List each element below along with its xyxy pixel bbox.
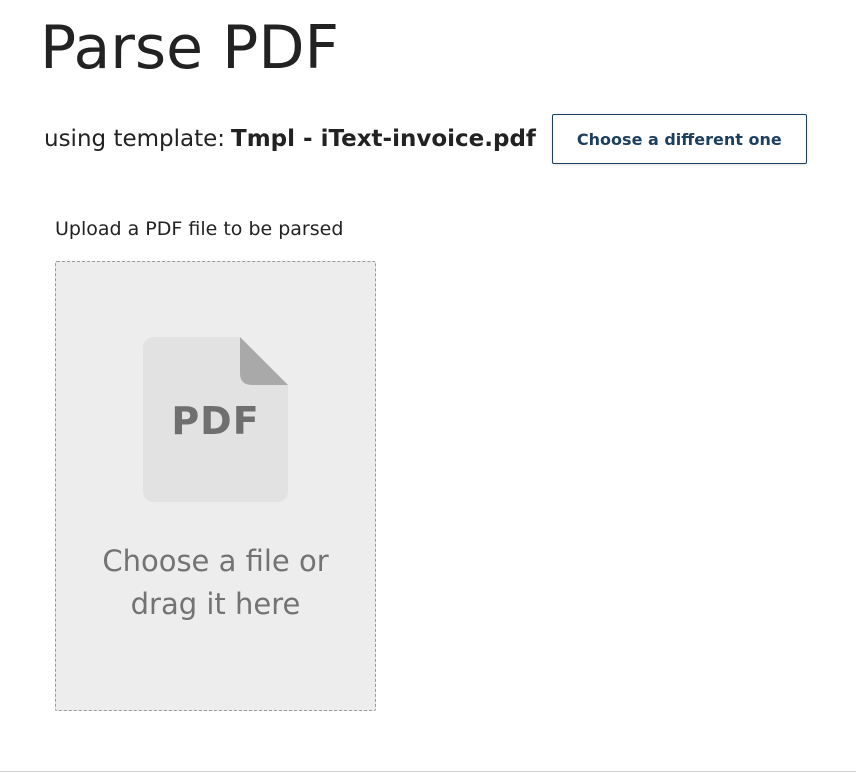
template-prefix: using template: — [44, 126, 226, 152]
template-info: using template: Tmpl - iText-invoice.pdf… — [44, 114, 807, 164]
page-title: Parse PDF — [40, 13, 340, 83]
dropzone-text-line-2: drag it here — [130, 587, 301, 621]
pdf-icon-label: PDF — [171, 399, 260, 443]
dropzone-instructions: Choose a file or drag it here — [56, 540, 375, 626]
template-name: Tmpl - iText-invoice.pdf — [231, 126, 536, 152]
bottom-divider — [0, 771, 856, 772]
choose-different-template-button[interactable]: Choose a different one — [551, 114, 807, 164]
dropzone-text-line-1: Choose a file or — [102, 544, 329, 578]
pdf-file-icon: PDF — [143, 337, 288, 502]
pdf-dropzone[interactable]: PDF Choose a file or drag it here — [55, 261, 376, 711]
upload-label: Upload a PDF file to be parsed — [55, 218, 344, 240]
